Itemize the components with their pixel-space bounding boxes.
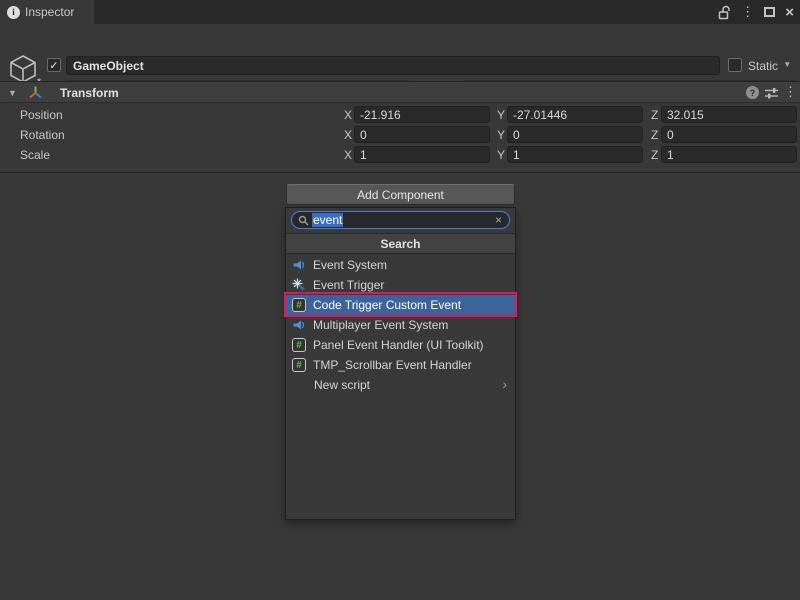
rotation-label: Rotation (20, 128, 65, 142)
item-label: Multiplayer Event System (313, 318, 448, 332)
rotation-row: Rotation X 0 Y 0 Z 0 (0, 125, 800, 145)
window-controls: ⋮ × (718, 0, 794, 24)
transform-axis-icon (28, 85, 43, 103)
scale-label: Scale (20, 148, 50, 162)
z-axis-label: Z (651, 108, 658, 122)
search-section-header: Search (286, 233, 515, 254)
rotation-y-field[interactable]: 0 (507, 126, 643, 143)
event-system-icon (292, 258, 306, 272)
scale-z-field[interactable]: 1 (661, 146, 797, 163)
search-text-selected: event (312, 213, 343, 227)
list-item-panel-event-handler[interactable]: # Panel Event Handler (UI Toolkit) (286, 335, 515, 355)
list-item-code-trigger-custom-event[interactable]: # Code Trigger Custom Event (286, 295, 515, 315)
static-label: Static (748, 59, 778, 73)
tab-title: Inspector (25, 5, 74, 19)
list-item-event-system[interactable]: Event System (286, 255, 515, 275)
item-label: Event System (313, 258, 387, 272)
name-input[interactable]: GameObject (66, 56, 720, 75)
z-axis-label: Z (651, 128, 658, 142)
close-icon[interactable]: × (785, 4, 794, 21)
position-y-field[interactable]: -27.01446 (507, 106, 643, 123)
add-component-popup: event × Search Event System Event T (285, 207, 516, 520)
position-label: Position (20, 108, 63, 122)
component-menu-icon[interactable]: ⋮ (784, 84, 797, 100)
scale-x-field[interactable]: 1 (354, 146, 490, 163)
rotation-z-field[interactable]: 0 (661, 126, 797, 143)
menu-icon[interactable]: ⋮ (741, 4, 754, 20)
script-icon: # (292, 338, 306, 352)
list-item-multiplayer-event-system[interactable]: Multiplayer Event System (286, 315, 515, 335)
list-item-event-trigger[interactable]: Event Trigger (286, 275, 515, 295)
static-checkbox[interactable] (728, 58, 742, 72)
x-axis-label: X (344, 108, 352, 122)
script-icon: # (292, 358, 306, 372)
tab-bar: i Inspector ⋮ × (0, 0, 800, 24)
item-label: Code Trigger Custom Event (313, 298, 461, 312)
enabled-checkbox[interactable]: ✓ (47, 58, 61, 72)
scale-y-field[interactable]: 1 (507, 146, 643, 163)
z-axis-label: Z (651, 148, 658, 162)
scale-row: Scale X 1 Y 1 Z 1 (0, 145, 800, 165)
tab-inspector[interactable]: i Inspector (0, 0, 94, 24)
x-axis-label: X (344, 148, 352, 162)
position-row: Position X -21.916 Y -27.01446 Z 32.015 (0, 105, 800, 125)
clear-search-icon[interactable]: × (495, 213, 502, 227)
preset-icon[interactable] (764, 86, 779, 103)
search-icon (298, 215, 309, 226)
static-dropdown-arrow[interactable]: ▾ (785, 59, 790, 70)
item-label: Panel Event Handler (UI Toolkit) (313, 338, 484, 352)
y-axis-label: Y (497, 108, 505, 122)
chevron-right-icon: › (502, 376, 507, 392)
add-component-button[interactable]: Add Component (286, 184, 515, 205)
maximize-icon[interactable] (764, 7, 775, 17)
divider (0, 172, 800, 173)
lock-icon[interactable] (718, 5, 731, 20)
gameobject-header: ▾ ✓ GameObject Static ▾ Tag Untagged ▾ L… (0, 24, 800, 80)
info-icon: i (7, 6, 20, 19)
search-input[interactable]: event × (291, 211, 510, 229)
rotation-x-field[interactable]: 0 (354, 126, 490, 143)
item-label: Event Trigger (313, 278, 384, 292)
event-trigger-icon (292, 278, 306, 292)
list-item-new-script[interactable]: New script › (286, 375, 515, 395)
help-icon[interactable]: ? (746, 86, 759, 99)
item-label: TMP_Scrollbar Event Handler (313, 358, 472, 372)
position-x-field[interactable]: -21.916 (354, 106, 490, 123)
item-label: New script (314, 378, 370, 392)
list-item-tmp-scrollbar-event-handler[interactable]: # TMP_Scrollbar Event Handler (286, 355, 515, 375)
foldout-arrow-icon[interactable]: ▼ (8, 88, 17, 98)
component-title: Transform (60, 86, 119, 100)
transform-header[interactable] (0, 81, 800, 103)
script-icon: # (292, 298, 306, 312)
position-z-field[interactable]: 32.015 (661, 106, 797, 123)
x-axis-label: X (344, 128, 352, 142)
y-axis-label: Y (497, 148, 505, 162)
y-axis-label: Y (497, 128, 505, 142)
event-system-icon (292, 318, 306, 332)
